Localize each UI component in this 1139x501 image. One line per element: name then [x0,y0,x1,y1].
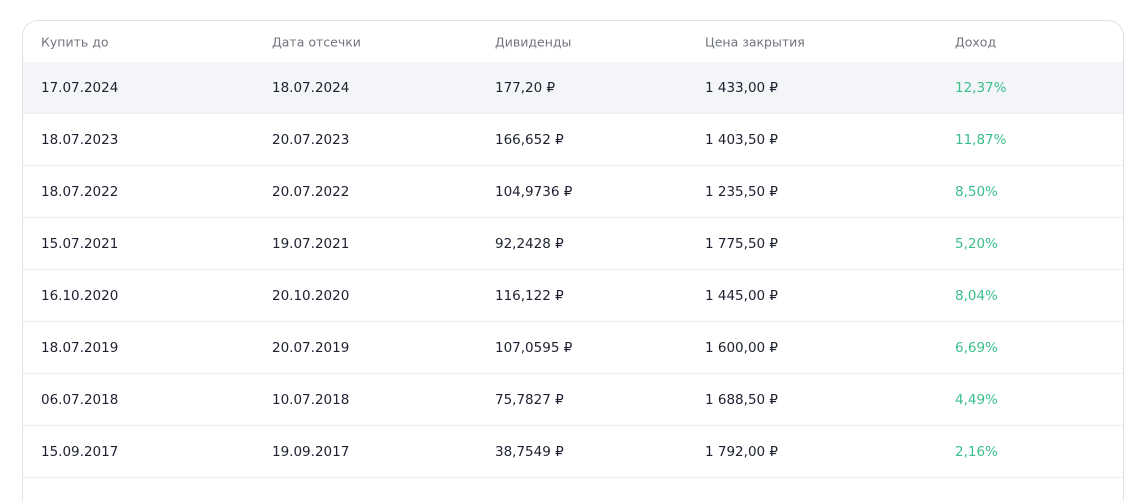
cell-dividend: 177,20 ₽ [495,79,556,96]
cell-record-date: 20.07.2022 [272,183,350,200]
cell-dividend: 75,7827 ₽ [495,391,564,408]
cell-close-price: 1 688,50 ₽ [705,391,778,408]
cell-yield: 12,37% [955,79,1007,96]
header-dividends: Дивиденды [495,34,572,49]
table-row[interactable]: 18.07.2023 20.07.2023 166,652 ₽ 1 403,50 ₽ 1… [23,114,1123,166]
cell-buy-before: 16.10.2020 [41,287,119,304]
cell-record-date: 19.09.2017 [272,443,350,460]
header-close-price: Цена закрытия [705,34,805,49]
table-row[interactable]: 15.09.2017 19.09.2017 38,7549 ₽ 1 792,00 ₽ 2… [23,426,1123,478]
cell-dividend: 166,652 ₽ [495,131,564,148]
table-row[interactable]: 15.07.2021 19.07.2021 92,2428 ₽ 1 775,50 ₽ 5… [23,218,1123,270]
cell-close-price: 1 775,50 ₽ [705,235,778,252]
cell-buy-before: 15.09.2017 [41,443,119,460]
cell-yield: 4,49% [955,391,998,408]
cell-close-price: 1 235,50 ₽ [705,183,778,200]
cell-dividend: 107,0595 ₽ [495,339,573,356]
cell-close-price: 1 792,00 ₽ [705,443,778,460]
cell-dividend: 92,2428 ₽ [495,235,564,252]
table-row[interactable]: 18.07.2019 20.07.2019 107,0595 ₽ 1 600,00 ₽… [23,322,1123,374]
table-body: 17.07.2024 18.07.2024 177,20 ₽ 1 433,00 ₽ 12… [23,62,1123,478]
cell-buy-before: 17.07.2024 [41,79,119,96]
table-row[interactable]: 17.07.2024 18.07.2024 177,20 ₽ 1 433,00 ₽ 12… [23,62,1123,114]
cell-close-price: 1 433,00 ₽ [705,79,778,96]
cell-buy-before: 18.07.2022 [41,183,119,200]
cell-buy-before: 18.07.2019 [41,339,119,356]
header-buy-before: Купить до [41,34,109,49]
cell-record-date: 19.07.2021 [272,235,350,252]
cell-yield: 2,16% [955,443,998,460]
table-row[interactable]: 18.07.2022 20.07.2022 104,9736 ₽ 1 235,50 ₽… [23,166,1123,218]
header-record-date: Дата отсечки [272,34,361,49]
cell-buy-before: 18.07.2023 [41,131,119,148]
dividends-table: Купить до Дата отсечки Дивиденды Цена за… [22,20,1124,501]
cell-record-date: 10.07.2018 [272,391,350,408]
cell-buy-before: 06.07.2018 [41,391,119,408]
cell-close-price: 1 403,50 ₽ [705,131,778,148]
cell-record-date: 20.07.2019 [272,339,350,356]
cell-yield: 11,87% [955,131,1007,148]
cell-close-price: 1 445,00 ₽ [705,287,778,304]
cell-yield: 8,50% [955,183,998,200]
cell-yield: 6,69% [955,339,998,356]
cell-yield: 5,20% [955,235,998,252]
cell-record-date: 20.10.2020 [272,287,350,304]
cell-buy-before: 15.07.2021 [41,235,119,252]
cell-record-date: 20.07.2023 [272,131,350,148]
header-yield: Доход [955,34,997,49]
table-row[interactable]: 16.10.2020 20.10.2020 116,122 ₽ 1 445,00 ₽ 8… [23,270,1123,322]
cell-dividend: 116,122 ₽ [495,287,564,304]
cell-dividend: 38,7549 ₽ [495,443,564,460]
table-row[interactable]: 06.07.2018 10.07.2018 75,7827 ₽ 1 688,50 ₽ 4… [23,374,1123,426]
cell-close-price: 1 600,00 ₽ [705,339,778,356]
table-header: Купить до Дата отсечки Дивиденды Цена за… [23,21,1123,62]
cell-dividend: 104,9736 ₽ [495,183,573,200]
cell-record-date: 18.07.2024 [272,79,350,96]
cell-yield: 8,04% [955,287,998,304]
